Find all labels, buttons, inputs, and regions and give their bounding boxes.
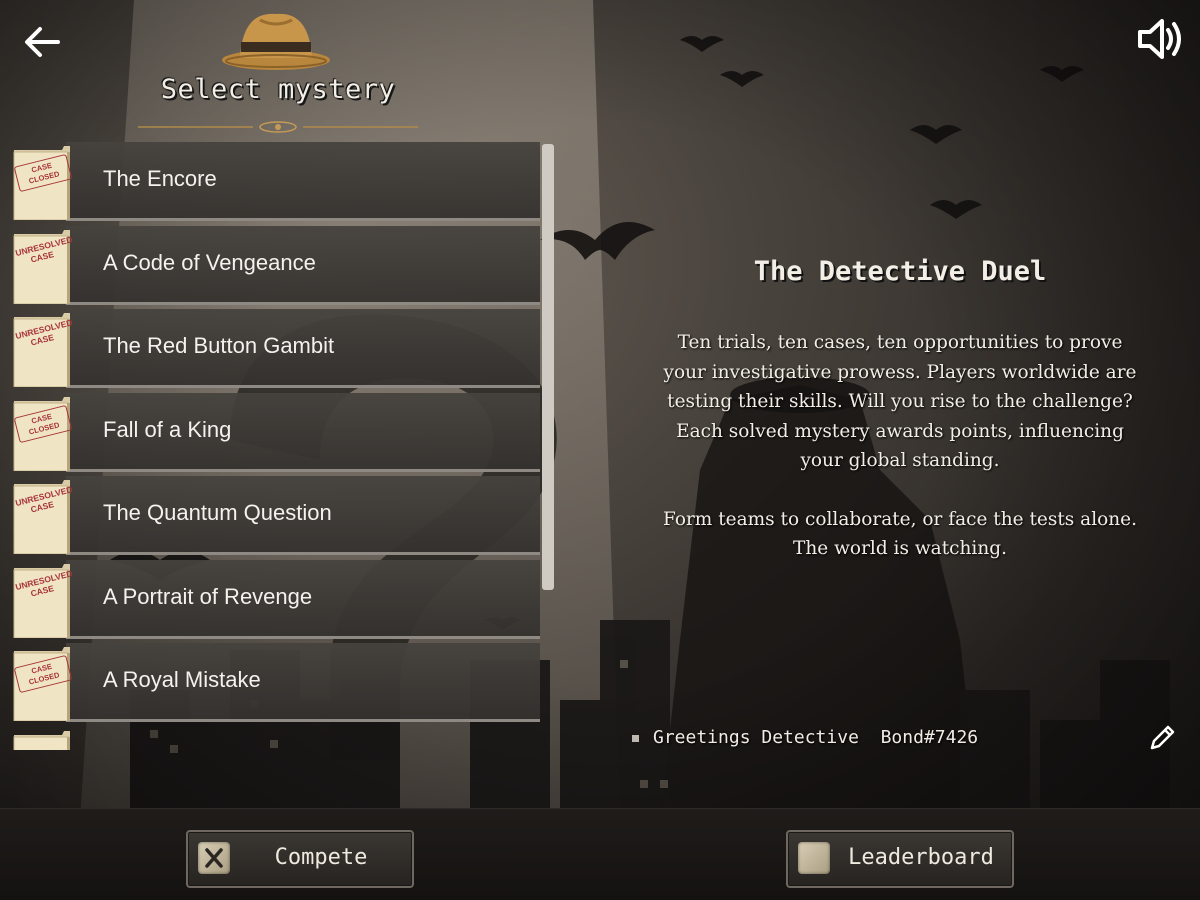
mystery-title: Fall of a King	[103, 416, 232, 442]
edit-name-button[interactable]	[1146, 722, 1178, 754]
pencil-icon	[1150, 725, 1175, 750]
mystery-item[interactable]: CASE CLOSED Fall of a King	[10, 392, 540, 472]
mystery-item[interactable]: UNRESOLVED CASE A Code of Vengeance	[10, 225, 540, 305]
mystery-title: The Red Button Gambit	[103, 333, 335, 358]
player-greeting: Greetings Detective Bond#7426	[632, 727, 1052, 748]
bullet-icon	[632, 734, 639, 742]
plaque-icon	[798, 842, 830, 874]
mystery-item[interactable]: UNRESOLVED CASE The Red Button Gambit	[10, 309, 540, 388]
back-button[interactable]	[20, 20, 64, 64]
arrow-left-icon	[25, 27, 60, 57]
fedora-hat-icon	[222, 13, 330, 70]
mystery-title: The Quantum Question	[103, 500, 332, 525]
mode-description: Ten trials, ten cases, ten opportunities…	[660, 328, 1140, 593]
mystery-list[interactable]: CASE CLOSED The Encore UNRESOLVED CASE A Co…	[10, 142, 556, 750]
mystery-item[interactable]	[10, 727, 540, 750]
leaderboard-button[interactable]: Leaderboard	[786, 830, 1014, 888]
game-screen: Select mystery CASE CLOSED The Encore UNRE…	[0, 0, 1200, 900]
description-paragraph-1: Ten trials, ten cases, ten opportunities…	[663, 332, 1137, 471]
compete-button[interactable]: Compete	[186, 830, 414, 888]
mode-title: The Detective Duel	[753, 256, 1047, 287]
leaderboard-label: Leaderboard	[848, 845, 994, 870]
x-icon	[198, 842, 230, 874]
ornament-divider	[138, 121, 418, 133]
footer-bar	[0, 808, 1200, 900]
player-name: Bond#7426	[880, 727, 979, 748]
greeting-prefix: Greetings Detective	[653, 727, 859, 748]
sound-toggle-button[interactable]	[1136, 16, 1186, 62]
page-title: Select mystery	[160, 74, 396, 105]
case-folder-icon	[13, 730, 70, 750]
mystery-item[interactable]: CASE CLOSED A Royal Mistake	[10, 643, 540, 722]
mystery-item[interactable]: UNRESOLVED CASE The Quantum Question	[10, 476, 540, 555]
compete-label: Compete	[274, 845, 368, 870]
mystery-title: The Encore	[103, 166, 217, 191]
mystery-title: A Royal Mistake	[103, 667, 261, 692]
mystery-item[interactable]: CASE CLOSED The Encore	[10, 142, 540, 221]
description-paragraph-2: Form teams to collaborate, or face the t…	[663, 508, 1137, 560]
speaker-icon	[1138, 19, 1181, 59]
mystery-title: A Code of Vengeance	[103, 249, 316, 275]
list-scrollbar[interactable]	[542, 144, 554, 590]
mystery-item[interactable]: UNRESOLVED CASE A Portrait of Revenge	[10, 559, 540, 639]
mystery-title: A Portrait of Revenge	[103, 583, 313, 609]
